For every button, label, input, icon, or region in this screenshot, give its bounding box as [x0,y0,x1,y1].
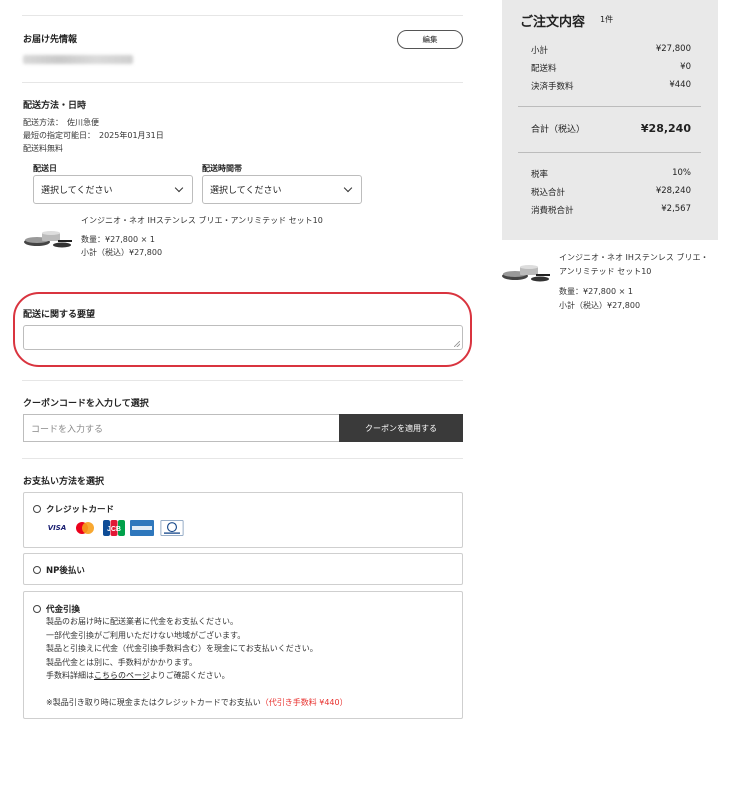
tax-row: 税込合計 ¥28,240 [531,186,691,198]
cod-detail-line: 手数料詳細はこちらのページよりご確認ください。 [46,669,230,682]
total-value: ¥28,240 [640,122,691,135]
summary-row: 配送料 ¥0 [531,62,691,74]
summary-value: ¥0 [680,62,691,72]
cod-line: 製品代金とは別に、手数料がかかります。 [46,658,197,667]
radio-button[interactable] [33,605,41,613]
chevron-down-icon [174,183,184,193]
jcb-icon: JCB [103,520,125,536]
amex-icon [130,520,154,536]
coupon-code-input[interactable]: コードを入力する [23,414,339,442]
delivery-method: 配送方法： 佐川急便 [23,118,99,127]
payment-option-label: 代金引換 [46,605,81,615]
tax-label: 税込合計 [531,188,566,198]
cod-note: ※製品引き取り時に現金またはクレジットカードでお支払い [46,698,261,707]
summary-value: ¥440 [669,80,691,90]
visa-icon: VISA [47,524,67,532]
tax-row: 消費税合計 ¥2,567 [531,204,691,216]
delivery-date-label: 配送日 [33,164,57,173]
order-item-count: 1件 [600,15,614,24]
product-subtotal: 小計（税込）¥27,800 [81,248,163,257]
tax-row: 税率 10% [531,168,691,180]
delivery-time-select[interactable]: 選択してください [202,175,362,204]
payment-option-cod[interactable]: 代金引換 製品のお届け時に配送業者に代金をお支払ください。 一部代金引換がご利用… [23,591,463,719]
mastercard-icon [76,522,94,534]
summary-product-qty: 数量：¥27,800 × 1 [559,287,633,296]
delivery-title: 配送方法・日時 [23,101,87,111]
coupon-title: クーポンコードを入力して選択 [23,399,149,409]
payment-option-label: NP後払い [46,566,85,576]
summary-product-name-line2: アンリミテッド セット10 [559,267,652,276]
order-summary-panel: ご注文内容 1件 小計 ¥27,800 配送料 ¥0 決済手数料 ¥440 合計（税込… [502,0,718,240]
divider [518,152,701,153]
order-summary-title: ご注文内容 [520,15,586,30]
cod-line: 製品と引換えに代金（代金引換手数料含む）を現金にてお支払いください。 [46,644,318,653]
summary-row: 小計 ¥27,800 [531,44,691,56]
summary-product-subtotal: 小計（税込）¥27,800 [559,301,641,310]
tax-label: 消費税合計 [531,206,574,216]
product-name: インジニオ・ネオ IHステンレス ブリエ・アンリミテッド セット10 [81,216,323,225]
delivery-time-label: 配送時間帯 [202,164,242,173]
cod-detail-suffix: よりご確認ください。 [149,671,230,680]
delivery-request-title: 配送に関する要望 [23,310,96,320]
svg-text:JCB: JCB [107,526,121,533]
payment-option-np[interactable]: NP後払い [23,553,463,585]
cod-note-line: ※製品引き取り時に現金またはクレジットカードでお支払い（代引き手数料 ¥440） [46,696,348,709]
payment-title: お支払い方法を選択 [23,477,105,487]
chevron-down-icon [343,183,353,193]
delivery-time-value: 選択してください [210,186,282,196]
apply-coupon-button[interactable]: クーポンを適用する [339,414,463,442]
delivery-date-select[interactable]: 選択してください [33,175,193,204]
tax-label: 税率 [531,170,549,180]
product-image [24,231,72,248]
summary-product-name-line1: インジニオ・ネオ IHステンレス ブリエ・ [559,253,709,262]
tax-value: ¥2,567 [661,204,691,214]
delivery-date-value: 選択してください [41,186,113,196]
cod-detail-prefix: 手数料詳細は [46,671,94,680]
tax-value: 10% [672,168,691,178]
summary-total-row: 合計（税込） ¥28,240 [531,122,691,135]
summary-label: 小計 [531,46,549,56]
shipping-free: 配送料無料 [23,144,63,153]
summary-label: 配送料 [531,64,557,74]
cod-line: 一部代金引換がご利用いただけない地域がございます。 [46,631,246,640]
divider [22,458,463,459]
diners-club-icon [160,520,184,536]
radio-button[interactable] [33,505,41,513]
divider [22,380,463,381]
divider [518,106,701,107]
summary-product-image [502,265,550,282]
shipping-address-title: お届け先情報 [23,35,78,45]
delivery-request-textarea[interactable] [23,325,463,350]
earliest-date: 最短の指定可能日： 2025年01月31日 [23,131,164,140]
summary-value: ¥27,800 [655,44,691,54]
radio-button[interactable] [33,566,41,574]
edit-address-button[interactable]: 編集 [397,30,463,49]
summary-row: 決済手数料 ¥440 [531,80,691,92]
resize-grip-icon[interactable] [454,341,460,347]
address-blurred [23,55,133,64]
total-label: 合計（税込） [531,125,586,135]
divider [22,15,463,16]
cod-line: 製品のお届け時に配送業者に代金をお支払ください。 [46,617,238,626]
payment-option-credit-card[interactable]: クレジットカード VISA JCB [23,492,463,548]
summary-label: 決済手数料 [531,82,574,92]
tax-value: ¥28,240 [655,186,691,196]
divider [22,82,463,83]
cod-fee: （代引き手数料 ¥440） [260,698,348,707]
product-qty: 数量：¥27,800 × 1 [81,235,155,244]
payment-option-label: クレジットカード [46,505,115,515]
cod-detail-link[interactable]: こちらのページ [94,671,150,680]
